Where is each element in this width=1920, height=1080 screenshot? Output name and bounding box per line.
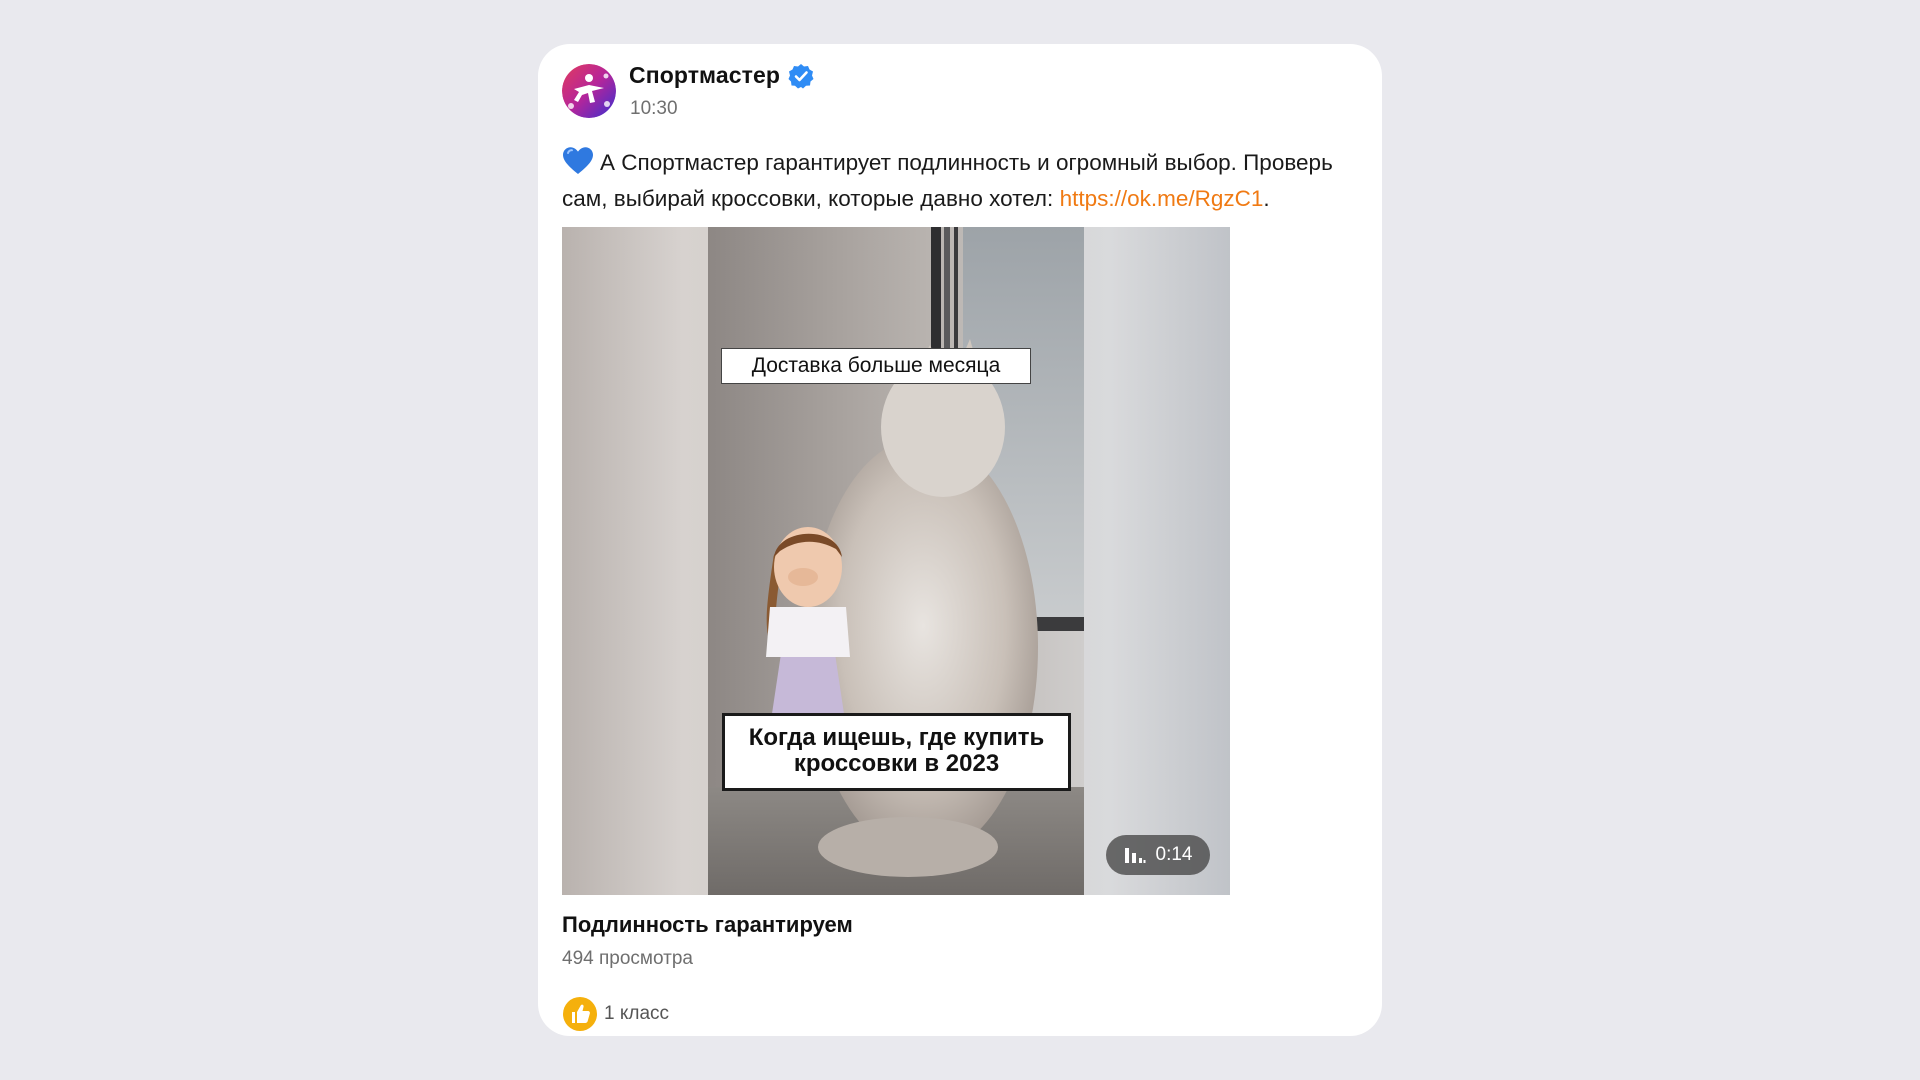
post-text: А Спортмастер гарантирует подлинность и … — [562, 145, 1372, 217]
post-time: 10:30 — [630, 98, 678, 119]
video-caption-bottom: Когда ищешь, где купить кроссовки в 2023 — [722, 713, 1071, 791]
author-avatar[interactable] — [562, 64, 616, 118]
likes-count[interactable]: 1 класс — [604, 1003, 669, 1025]
video-frame — [708, 227, 1084, 895]
video-duration: 0:14 — [1155, 844, 1193, 865]
author-header: Спортмастер — [629, 62, 814, 89]
video-title[interactable]: Подлинность гарантируем — [562, 912, 853, 938]
thumbs-up-icon[interactable] — [562, 996, 598, 1032]
post-text-end: . — [1263, 186, 1270, 211]
video-caption-bottom-line1: Когда ищешь, где купить — [748, 724, 1045, 751]
video-views: 494 просмотра — [562, 948, 693, 969]
video-caption-top: Доставка больше месяца — [721, 348, 1031, 384]
sportmaster-logo-icon — [562, 64, 616, 118]
author-name[interactable]: Спортмастер — [629, 62, 780, 89]
video-thumbnail-image — [708, 227, 1084, 895]
blue-heart-icon — [563, 147, 593, 174]
verified-badge-icon — [788, 63, 814, 88]
reactions-row: 1 класс — [562, 996, 669, 1032]
video-caption-bottom-line2: кроссовки в 2023 — [793, 750, 1000, 777]
video-duration-badge: 0:14 — [1106, 835, 1210, 875]
post-card: Спортмастер 10:30 А Спортмастер гарантир… — [538, 44, 1382, 1036]
post-link[interactable]: https://ok.me/RgzC1 — [1060, 186, 1264, 211]
audio-bars-icon — [1124, 848, 1145, 863]
video-player[interactable]: Доставка больше месяца Когда ищешь, где … — [562, 227, 1230, 895]
